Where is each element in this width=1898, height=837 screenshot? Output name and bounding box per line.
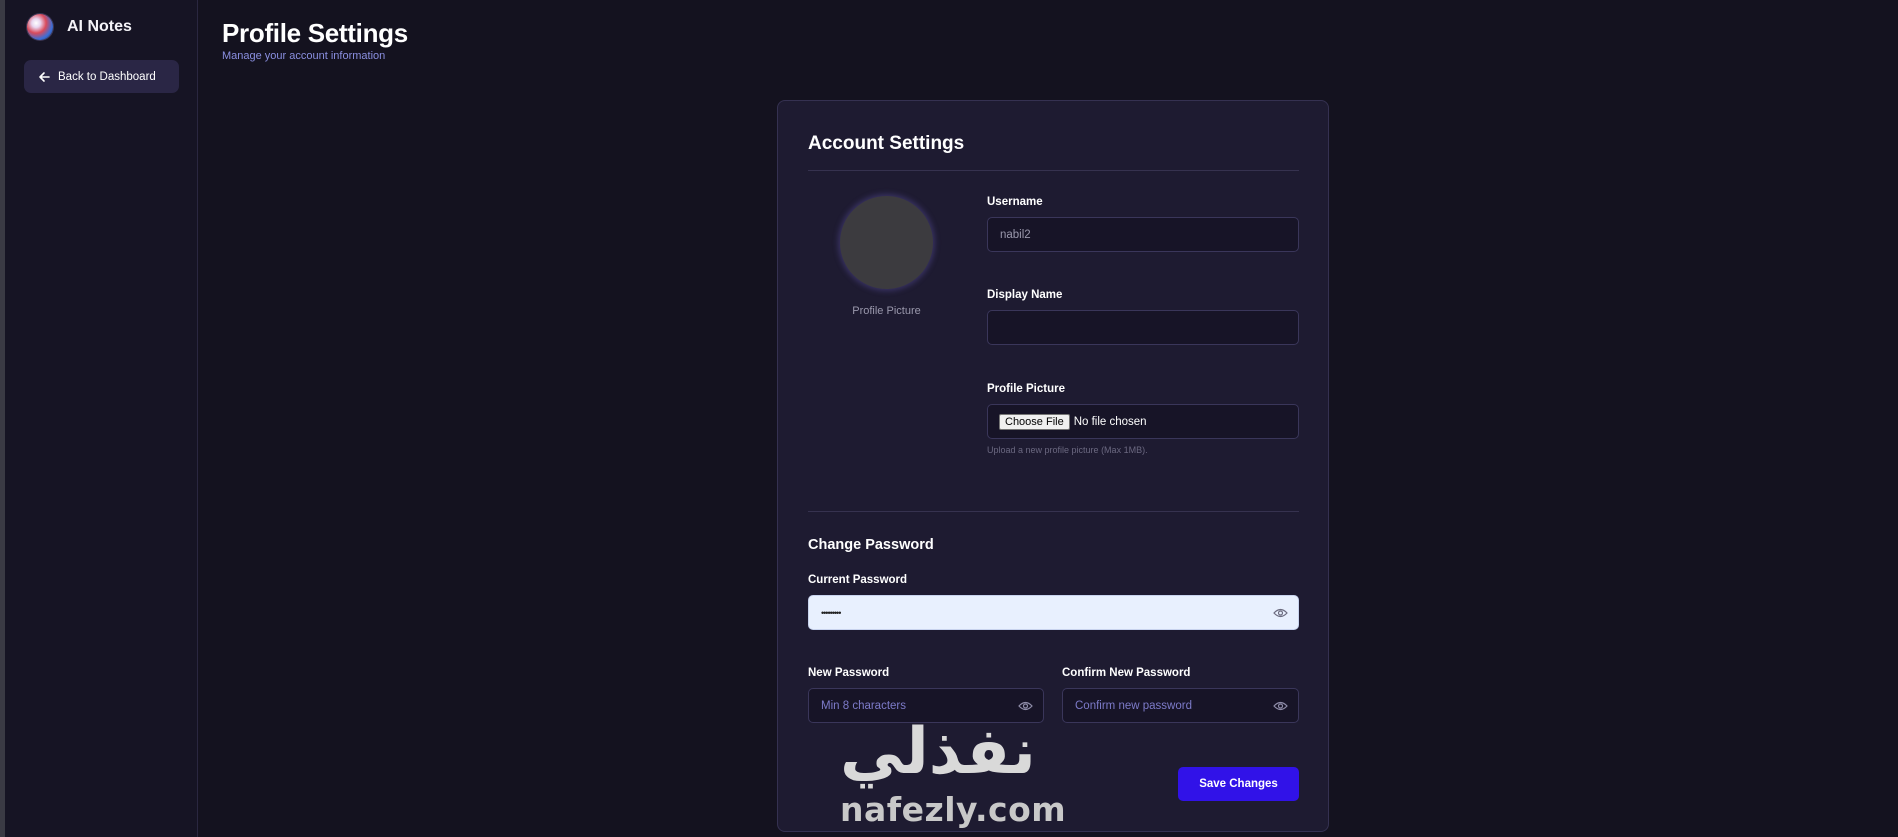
new-password-label: New Password xyxy=(808,667,890,679)
card-title: Account Settings xyxy=(808,133,965,154)
app-title: AI Notes xyxy=(67,18,132,35)
current-password-field[interactable]: ••••••••• xyxy=(808,595,1299,630)
watermark: نفذلي nafezly.com xyxy=(840,720,1066,829)
eye-icon[interactable] xyxy=(1273,701,1288,711)
page-subtitle: Manage your account information xyxy=(222,50,386,62)
watermark-latin: nafezly.com xyxy=(840,790,1067,829)
divider xyxy=(808,511,1299,512)
current-password-label: Current Password xyxy=(808,574,908,586)
display-name-field[interactable] xyxy=(987,310,1299,345)
app-logo-icon xyxy=(27,14,53,40)
back-to-dashboard-button[interactable]: Back to Dashboard xyxy=(24,60,179,93)
new-password-placeholder: Min 8 characters xyxy=(821,699,907,712)
confirm-password-label: Confirm New Password xyxy=(1062,667,1191,679)
eye-icon[interactable] xyxy=(1018,701,1033,711)
display-name-label: Display Name xyxy=(987,289,1063,301)
arrow-left-icon xyxy=(39,71,50,82)
choose-file-button[interactable]: Choose File xyxy=(999,413,1070,430)
profile-picture-hint: Upload a new profile picture (Max 1MB). xyxy=(987,445,1148,455)
current-password-value: ••••••••• xyxy=(821,607,841,618)
brand: AI Notes xyxy=(27,14,132,40)
file-status: No file chosen xyxy=(1073,415,1147,428)
avatar-caption: Profile Picture xyxy=(852,305,921,317)
save-changes-button[interactable]: Save Changes xyxy=(1178,767,1299,801)
divider xyxy=(808,170,1299,171)
eye-icon[interactable] xyxy=(1273,608,1288,618)
watermark-arabic: نفذلي xyxy=(840,715,1036,789)
confirm-password-field[interactable]: Confirm new password xyxy=(1062,688,1299,723)
page-title: Profile Settings xyxy=(222,18,408,48)
change-password-title: Change Password xyxy=(808,537,934,553)
username-field[interactable]: nabil2 xyxy=(987,217,1299,252)
avatar xyxy=(840,196,933,289)
username-value: nabil2 xyxy=(1000,228,1031,241)
profile-picture-file-input[interactable]: Choose File No file chosen xyxy=(987,404,1299,439)
sidebar: AI Notes Back to Dashboard xyxy=(5,0,198,837)
username-label: Username xyxy=(987,196,1043,208)
back-to-dashboard-label: Back to Dashboard xyxy=(58,70,156,83)
confirm-password-placeholder: Confirm new password xyxy=(1075,699,1192,712)
profile-picture-label: Profile Picture xyxy=(987,383,1065,395)
